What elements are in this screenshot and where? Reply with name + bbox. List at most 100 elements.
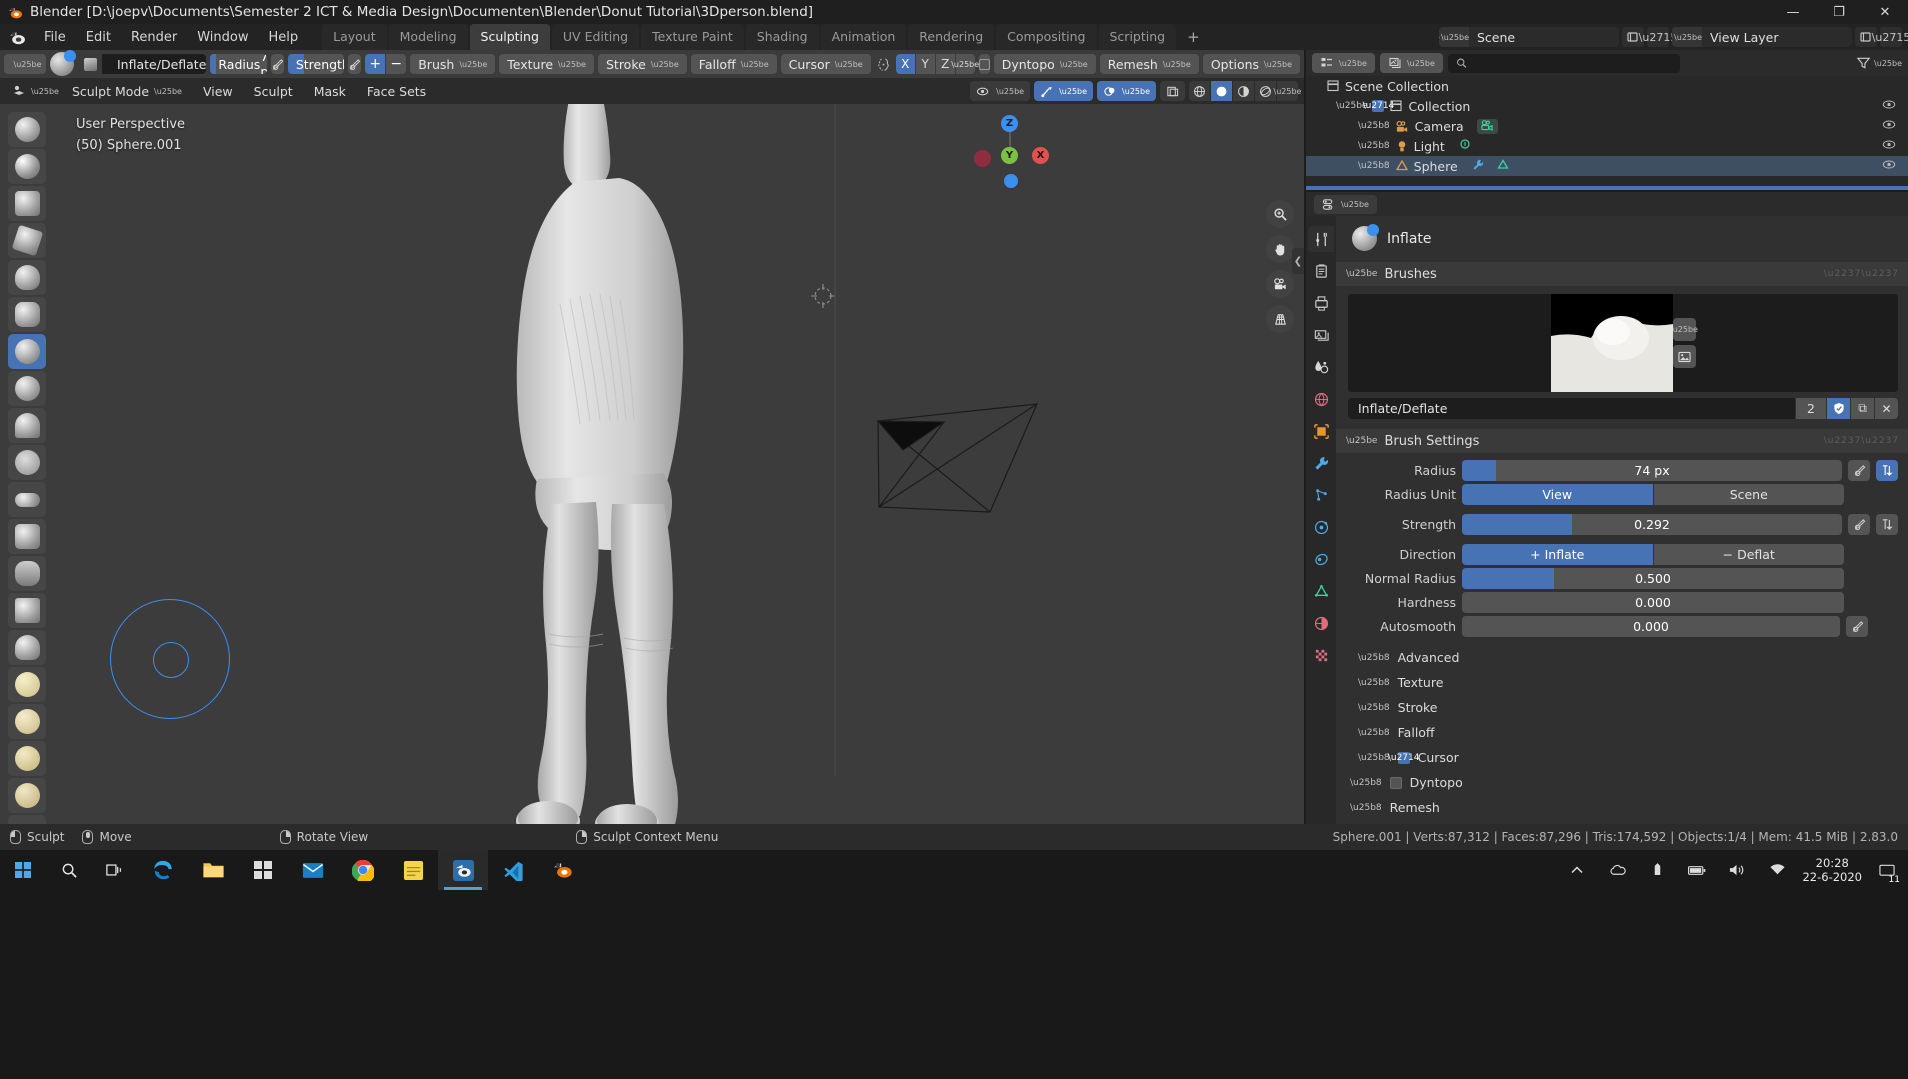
tab-modeling[interactable]: Modeling	[388, 24, 468, 50]
solid-shading-button[interactable]	[1211, 81, 1232, 101]
strength-slider[interactable]: Strength 0.292	[287, 54, 345, 74]
taskbar-clock[interactable]: 20:28 22-6-2020	[1802, 856, 1862, 884]
tab-layout[interactable]: Layout	[322, 24, 387, 50]
tab-particle-properties[interactable]	[1308, 482, 1334, 508]
direction-deflate-button[interactable]: − Deflat	[1653, 544, 1844, 565]
strength-unified-icon[interactable]	[1876, 514, 1898, 535]
light-data-icon[interactable]	[1458, 138, 1472, 155]
delete-view-layer-button[interactable]: \u2715	[1872, 27, 1908, 47]
outliner-resize-handle[interactable]	[1306, 186, 1908, 190]
minimize-button[interactable]: —	[1770, 0, 1816, 24]
taskbar-app-store[interactable]	[238, 850, 288, 890]
3d-viewport[interactable]: User Perspective (50) Sphere.001 Z X Y ❮	[0, 104, 1304, 824]
brush-datablock-name[interactable]: Inflate/Deflate	[1348, 398, 1795, 419]
disclosure-triangle-icon[interactable]: \u25b8	[1350, 778, 1382, 788]
shading-options-chevron-icon[interactable]: \u25be	[1274, 81, 1301, 101]
taskbar-app-sticky-notes[interactable]	[388, 850, 438, 890]
outliner-search-input[interactable]	[1447, 53, 1680, 73]
taskbar-app-blender-1[interactable]	[438, 850, 488, 890]
symmetry-y-button[interactable]: Y	[915, 54, 935, 74]
mode-selector[interactable]: Sculpt Mode \u25be	[72, 81, 190, 101]
viewport-menu-view[interactable]: View	[195, 81, 241, 101]
radius-unit-view-button[interactable]: View	[1462, 484, 1653, 505]
tab-output-properties[interactable]	[1308, 290, 1334, 316]
inflate-direction-button[interactable]: +	[365, 54, 386, 74]
tray-onedrive-icon[interactable]	[1602, 850, 1632, 890]
brush-preview-image-icon[interactable]	[1672, 345, 1696, 368]
camera-icon[interactable]	[1266, 270, 1294, 298]
pan-hand-icon[interactable]	[1266, 235, 1294, 263]
viewport-menu-mask[interactable]: Mask	[306, 81, 354, 101]
tab-material-properties[interactable]	[1308, 610, 1334, 636]
dyntopo-dropdown[interactable]: Dyntopo \u25be	[993, 54, 1096, 74]
tab-rendering[interactable]: Rendering	[908, 24, 995, 50]
scene-selector[interactable]: \u25be Scene	[1439, 27, 1619, 47]
brush-datablock-selector[interactable]: Inflate/Deflate	[78, 54, 207, 74]
properties-editor-type-button[interactable]: \u25be	[1314, 194, 1377, 214]
tab-object-data-properties[interactable]	[1308, 578, 1334, 604]
autosmooth-pressure-icon[interactable]	[1846, 616, 1868, 637]
tab-shading[interactable]: Shading	[745, 24, 819, 50]
perspective-grid-icon[interactable]	[1266, 305, 1294, 333]
taskbar-app-vscode[interactable]	[488, 850, 538, 890]
brush-settings-panel-header[interactable]: \u25be Brush Settings \u2237\u2237	[1336, 429, 1908, 453]
editor-type-selector[interactable]: \u25be	[4, 54, 46, 74]
radius-unit-scene-button[interactable]: Scene	[1653, 484, 1844, 505]
outliner-row-light[interactable]: \u25b8 Light	[1306, 136, 1908, 156]
outliner-editor-type-button[interactable]: \u25be	[1312, 53, 1375, 73]
subpanel-dyntopo[interactable]: \u25b8 Dyntopo	[1336, 770, 1908, 795]
view-layer-selector[interactable]: \u25be View Layer	[1672, 27, 1852, 47]
radius-pressure-icon[interactable]	[270, 54, 284, 74]
subpanel-advanced[interactable]: \u25b8 Advanced	[1336, 645, 1908, 670]
tray-network-icon[interactable]	[1762, 850, 1792, 890]
outliner-row-sphere[interactable]: \u25b8 Sphere	[1306, 156, 1908, 176]
disclosure-triangle-icon[interactable]: \u25b8	[1358, 121, 1390, 131]
duplicate-brush-icon[interactable]: ⧉	[1851, 398, 1874, 419]
panel-collapse-triangle-icon[interactable]: \u25be	[1346, 269, 1377, 279]
symmetry-more-chevron-icon[interactable]: \u25be	[951, 54, 979, 74]
tab-view-layer-properties[interactable]	[1308, 322, 1334, 348]
wireframe-shading-button[interactable]	[1189, 81, 1210, 101]
tab-physics-properties[interactable]	[1308, 514, 1334, 540]
visibility-eye-icon[interactable]	[1882, 119, 1896, 133]
taskbar-app-chrome[interactable]	[338, 850, 388, 890]
tab-constraint-properties[interactable]	[1308, 546, 1334, 572]
radius-pressure-icon[interactable]	[1848, 460, 1870, 481]
add-workspace-button[interactable]: +	[1178, 25, 1209, 49]
tab-object-properties[interactable]	[1308, 418, 1334, 444]
outliner-row-camera[interactable]: \u25b8 Camera	[1306, 116, 1908, 136]
material-preview-shading-button[interactable]	[1233, 81, 1254, 101]
strength-pressure-icon[interactable]	[1848, 514, 1870, 535]
outliner-filter-button[interactable]: \u25be	[1856, 56, 1902, 70]
tab-tool-properties[interactable]	[1308, 226, 1334, 252]
blender-logo-icon[interactable]	[0, 24, 34, 50]
brushes-panel-header[interactable]: \u25be Brushes \u2237\u2237	[1336, 262, 1908, 286]
falloff-dropdown[interactable]: Falloff \u25be	[690, 54, 777, 74]
tab-animation[interactable]: Animation	[820, 24, 907, 50]
stroke-dropdown[interactable]: Stroke \u25be	[597, 54, 687, 74]
brush-dropdown[interactable]: Brush \u25be	[410, 54, 496, 74]
outliner-display-mode-button[interactable]: \u25be	[1379, 53, 1443, 73]
delete-scene-button[interactable]: \u2715	[1639, 27, 1677, 47]
tab-modifier-properties[interactable]	[1308, 450, 1334, 476]
xray-toggle[interactable]	[1160, 81, 1185, 101]
gizmo-axis-neg-x[interactable]	[974, 150, 991, 167]
fake-user-shield-icon[interactable]	[1827, 398, 1850, 419]
cursor-checkbox[interactable]: \u2714	[1388, 751, 1419, 764]
radius-field-slider[interactable]: 74 px	[1462, 460, 1842, 481]
collection-checkbox[interactable]: \u2714	[1363, 100, 1394, 112]
disclosure-triangle-icon[interactable]: \u25b8	[1358, 653, 1390, 663]
gizmo-axis-x[interactable]: X	[1032, 147, 1049, 164]
subpanel-remesh[interactable]: \u25b8 Remesh	[1336, 795, 1908, 820]
taskbar-app-explorer[interactable]	[188, 850, 238, 890]
taskbar-app-blender-2[interactable]	[538, 850, 588, 890]
menu-file[interactable]: File	[34, 27, 76, 48]
tab-texture-properties[interactable]	[1308, 642, 1334, 668]
brush-preview-expand-chevron-icon[interactable]: \u25be	[1670, 318, 1698, 341]
taskbar-app-edge[interactable]	[138, 850, 188, 890]
menu-render[interactable]: Render	[121, 27, 187, 48]
visibility-eye-icon[interactable]	[1882, 159, 1896, 173]
gizmo-axis-z[interactable]: Z	[1001, 115, 1018, 132]
disclosure-triangle-icon[interactable]: \u25b8	[1358, 141, 1390, 151]
tab-scene-properties[interactable]	[1308, 354, 1334, 380]
